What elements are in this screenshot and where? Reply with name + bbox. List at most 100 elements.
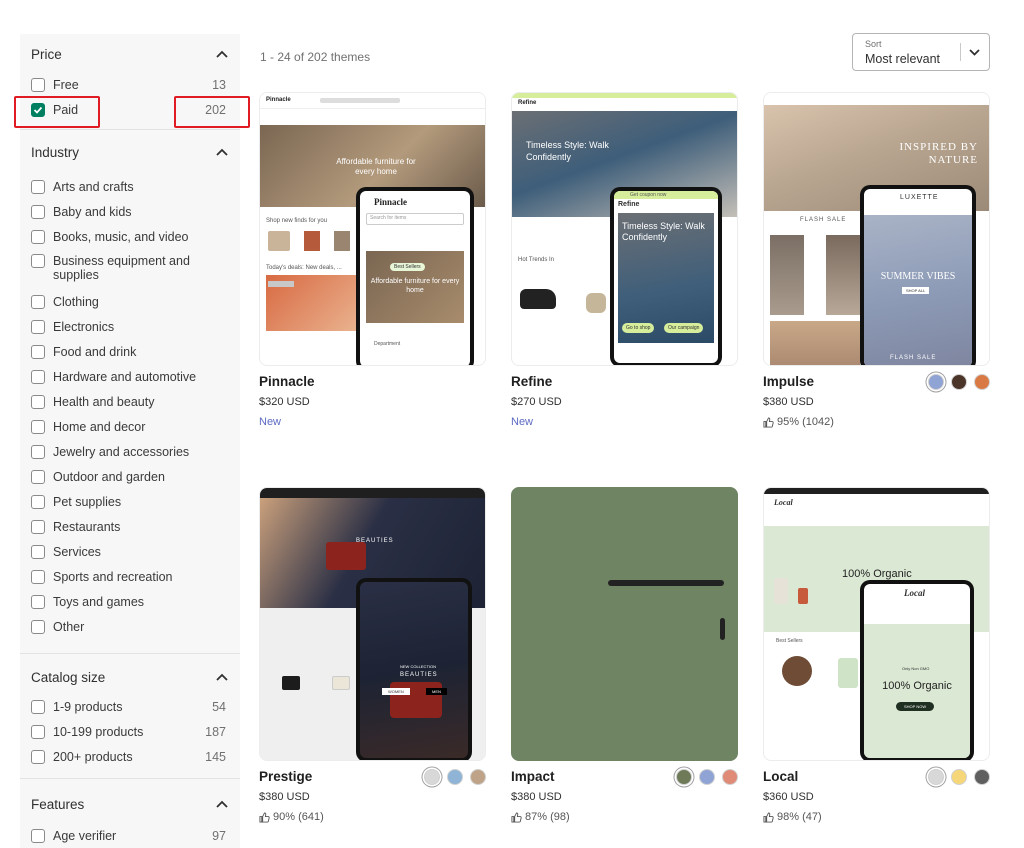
checkbox[interactable] <box>31 204 45 219</box>
color-swatches <box>928 374 990 390</box>
checkbox[interactable] <box>31 369 45 384</box>
filter-option-books-music-and-video[interactable]: Books, music, and video <box>20 224 240 249</box>
filter-option-toys-and-games[interactable]: Toys and games <box>20 589 240 614</box>
theme-rating: 98% (47) <box>763 811 822 823</box>
theme-preview-impulse[interactable]: INSPIRED BY NATURE FLASH SALE LUXETTE SU… <box>763 92 990 366</box>
theme-name[interactable]: Local <box>763 769 798 784</box>
theme-name[interactable]: Refine <box>511 374 552 389</box>
option-label: 1-9 products <box>53 699 123 714</box>
theme-card-prestige[interactable]: BEAUTIES NEW COLLECTION BEAUTIES WOMEN M… <box>259 487 486 823</box>
preview-phone-brand: Refine <box>618 201 640 208</box>
checkbox[interactable] <box>31 319 45 334</box>
theme-card-local[interactable]: Local 100% Organic Best Sellers Local On… <box>763 487 990 823</box>
filter-option-1-9-products[interactable]: 1-9 products 54 <box>20 694 240 719</box>
checkbox[interactable] <box>31 419 45 434</box>
color-swatch[interactable] <box>424 769 440 785</box>
checkbox[interactable] <box>31 77 45 92</box>
theme-name[interactable]: Impact <box>511 769 555 784</box>
chevron-up-icon <box>216 148 228 156</box>
color-swatch[interactable] <box>722 769 738 785</box>
theme-card-impact[interactable]: Impact $380 USD 87% (98) <box>511 487 738 823</box>
preview-phone-brand: Pinnacle <box>374 197 407 207</box>
filter-option-outdoor-and-garden[interactable]: Outdoor and garden <box>20 464 240 489</box>
color-swatch[interactable] <box>974 769 990 785</box>
checkbox[interactable] <box>31 699 45 714</box>
filter-option-food-and-drink[interactable]: Food and drink <box>20 339 240 364</box>
filter-option-other[interactable]: Other <box>20 614 240 639</box>
theme-preview-prestige[interactable]: BEAUTIES NEW COLLECTION BEAUTIES WOMEN M… <box>259 487 486 761</box>
option-label: Other <box>53 619 85 634</box>
option-count: 97 <box>212 828 226 843</box>
filter-option-arts-and-crafts[interactable]: Arts and crafts <box>20 174 240 199</box>
theme-name[interactable]: Impulse <box>763 374 814 389</box>
filter-option-restaurants[interactable]: Restaurants <box>20 514 240 539</box>
checkbox[interactable] <box>31 179 45 194</box>
preview-phone-cta: Best Sellers <box>390 263 425 271</box>
color-swatch[interactable] <box>470 769 486 785</box>
filter-option-200-products[interactable]: 200+ products 145 <box>20 744 240 769</box>
filter-option-clothing[interactable]: Clothing <box>20 289 240 314</box>
color-swatch[interactable] <box>974 374 990 390</box>
color-swatch[interactable] <box>951 374 967 390</box>
chevron-up-icon <box>216 800 228 808</box>
color-swatch[interactable] <box>928 769 944 785</box>
theme-name[interactable]: Pinnacle <box>259 374 315 389</box>
filter-option-electronics[interactable]: Electronics <box>20 314 240 339</box>
color-swatch[interactable] <box>951 769 967 785</box>
catalog-filter-header[interactable]: Catalog size <box>20 654 240 694</box>
theme-preview-refine[interactable]: Refine Timeless Style: Walk Confidently … <box>511 92 738 366</box>
preview-hero-text: Timeless Style: Walk Confidently <box>526 140 609 162</box>
sort-dropdown[interactable]: Sort Most relevant <box>852 33 990 71</box>
industry-filter-header[interactable]: Industry <box>20 130 240 174</box>
checkbox[interactable] <box>31 444 45 459</box>
checkbox[interactable] <box>31 724 45 739</box>
checkbox[interactable] <box>31 544 45 559</box>
option-label: Books, music, and video <box>53 229 189 244</box>
checkbox[interactable] <box>31 594 45 609</box>
checkbox[interactable] <box>31 229 45 244</box>
theme-preview-local[interactable]: Local 100% Organic Best Sellers Local On… <box>763 487 990 761</box>
filter-option-home-and-decor[interactable]: Home and decor <box>20 414 240 439</box>
filter-option-business-equipment-and-supplies[interactable]: Business equipment and supplies <box>20 249 240 289</box>
thumbs-up-icon <box>763 811 774 823</box>
checkbox[interactable] <box>31 569 45 584</box>
option-label: Services <box>53 544 101 559</box>
filter-option-age-verifier[interactable]: Age verifier 97 <box>20 823 240 848</box>
color-swatch[interactable] <box>699 769 715 785</box>
filter-option-pet-supplies[interactable]: Pet supplies <box>20 489 240 514</box>
theme-preview-pinnacle[interactable]: Pinnacle Affordable furniture for every … <box>259 92 486 366</box>
filter-option-10-199-products[interactable]: 10-199 products 187 <box>20 719 240 744</box>
preview-phone-cta: SHOP ALL <box>902 287 930 294</box>
color-swatch[interactable] <box>676 769 692 785</box>
theme-name[interactable]: Prestige <box>259 769 312 784</box>
checkbox[interactable] <box>31 749 45 764</box>
price-filter-header[interactable]: Price <box>20 34 240 72</box>
color-swatch[interactable] <box>928 374 944 390</box>
filter-option-health-and-beauty[interactable]: Health and beauty <box>20 389 240 414</box>
option-count: 13 <box>212 77 226 92</box>
checkbox[interactable] <box>31 619 45 634</box>
theme-card-impulse[interactable]: INSPIRED BY NATURE FLASH SALE LUXETTE SU… <box>763 92 990 428</box>
features-filter-header[interactable]: Features <box>20 779 240 819</box>
filter-option-sports-and-recreation[interactable]: Sports and recreation <box>20 564 240 589</box>
checkbox[interactable] <box>31 344 45 359</box>
checkbox[interactable] <box>31 469 45 484</box>
filter-option-baby-and-kids[interactable]: Baby and kids <box>20 199 240 224</box>
filter-option-jewelry-and-accessories[interactable]: Jewelry and accessories <box>20 439 240 464</box>
checkbox[interactable] <box>31 394 45 409</box>
checkbox[interactable] <box>31 294 45 309</box>
checkbox[interactable] <box>31 494 45 509</box>
preview-brand: Pinnacle <box>266 97 291 103</box>
checkbox[interactable] <box>31 254 45 268</box>
color-swatch[interactable] <box>447 769 463 785</box>
filter-option-free[interactable]: Free 13 <box>20 72 240 97</box>
theme-card-refine[interactable]: Refine Timeless Style: Walk Confidently … <box>511 92 738 428</box>
theme-preview-impact[interactable] <box>511 487 738 761</box>
thumbs-up-icon <box>259 811 270 823</box>
checkbox[interactable] <box>31 828 45 843</box>
checkbox[interactable] <box>31 519 45 534</box>
theme-card-pinnacle[interactable]: Pinnacle Affordable furniture for every … <box>259 92 486 428</box>
filter-option-services[interactable]: Services <box>20 539 240 564</box>
preview-phone-hero: 100% Organic <box>882 680 952 692</box>
filter-option-hardware-and-automotive[interactable]: Hardware and automotive <box>20 364 240 389</box>
